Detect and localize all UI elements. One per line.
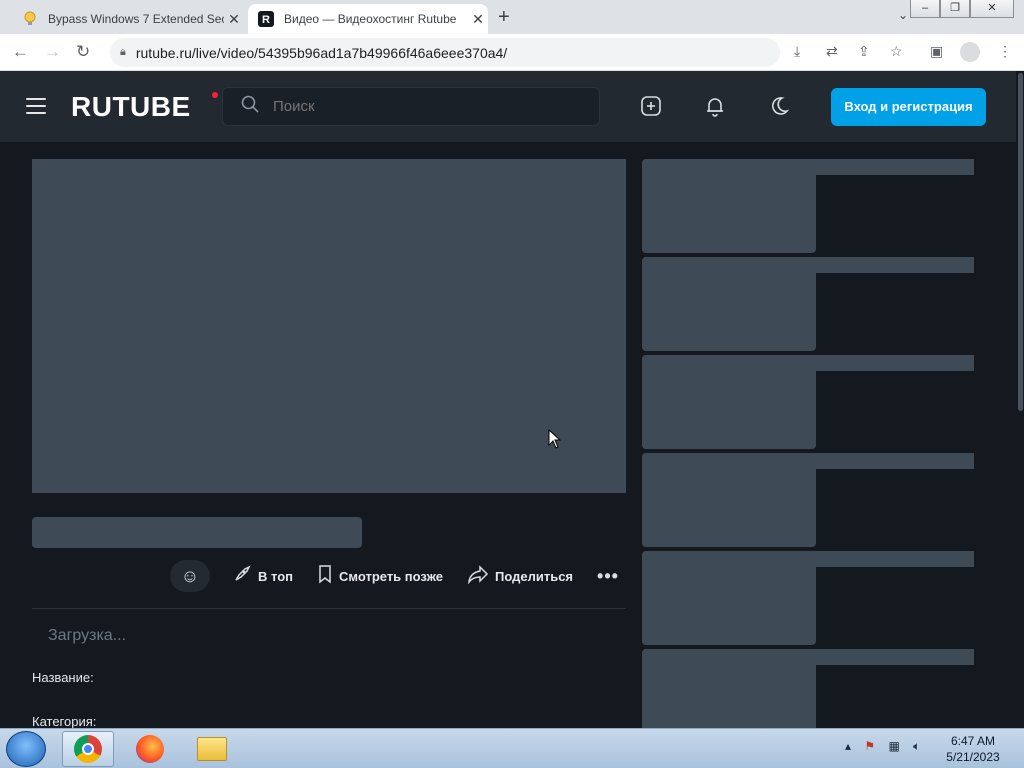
reaction-emoji-icon[interactable]: ☺︎ (170, 560, 210, 592)
recommendation-thumb-placeholder[interactable] (642, 649, 816, 728)
recommendation-title-placeholder (812, 551, 974, 567)
search-box[interactable] (222, 87, 600, 126)
reload-icon[interactable]: ↻ (76, 42, 90, 62)
forward-icon[interactable]: → (44, 42, 61, 62)
recommendation-thumb-placeholder[interactable] (642, 453, 816, 547)
category-label: Категория: (32, 714, 97, 728)
network-icon[interactable]: ▦ (888, 739, 899, 753)
back-icon[interactable]: ← (12, 42, 29, 62)
taskbar-firefox[interactable] (124, 731, 176, 767)
rutube-page: RUTUBE Вход и регистрация ☺︎ В топ (0, 71, 1024, 728)
recommendation-thumb-placeholder[interactable] (642, 355, 816, 449)
restore-icon[interactable]: ❐ (940, 0, 970, 18)
taskbar-chrome[interactable] (62, 731, 114, 767)
search-input[interactable] (273, 98, 573, 115)
svg-text:R: R (262, 14, 270, 26)
tab-rutube[interactable]: R Видео — Видеохостинг Rutube ✕ (248, 4, 488, 34)
minimize-icon[interactable]: – (910, 0, 940, 18)
address-bar[interactable]: 🔒︎ rutube.ru/live/video/54395b96ad1a7b49… (110, 38, 780, 67)
volume-icon[interactable]: 🔈︎ (913, 739, 920, 753)
clock[interactable]: 6:47 AM 5/21/2023 (940, 733, 1006, 765)
moon-theme-icon[interactable] (768, 95, 790, 117)
rutube-r-icon: R (258, 11, 274, 27)
close-window-icon[interactable]: ✕ (970, 0, 1014, 18)
recommendation-thumb-placeholder[interactable] (642, 551, 816, 645)
recommendation-title-placeholder (812, 453, 974, 469)
top-button[interactable]: В топ (232, 564, 293, 589)
bookmark-star-icon[interactable]: ☆ (890, 43, 903, 60)
login-button[interactable]: Вход и регистрация (831, 88, 986, 126)
system-tray: ▴ ⚑ ▦ 🔈︎ (845, 739, 920, 754)
name-label: Название: (32, 670, 94, 685)
bell-icon[interactable] (704, 95, 726, 117)
recommendation-title-placeholder (812, 257, 974, 273)
video-player-placeholder[interactable] (32, 159, 626, 493)
bookmark-icon (317, 564, 333, 589)
firefox-icon (136, 735, 164, 763)
browser-toolbar: ← → ↻ 🔒︎ rutube.ru/live/video/54395b96ad… (0, 34, 1024, 71)
lightbulb-icon (22, 11, 38, 27)
browser-menu-icon[interactable]: ⋮ (998, 43, 1012, 60)
tab-title: Bypass Windows 7 Extended Sec (48, 12, 224, 26)
recommendation-thumb-placeholder[interactable] (642, 159, 816, 253)
scrollbar-thumb[interactable] (1018, 73, 1023, 411)
close-tab-icon[interactable]: ✕ (468, 11, 488, 28)
rutube-logo[interactable]: RUTUBE (71, 91, 191, 123)
upload-plus-icon[interactable] (640, 95, 662, 117)
translate-icon[interactable]: ⇄ (826, 43, 838, 60)
site-header: RUTUBE Вход и регистрация (0, 71, 1016, 142)
rocket-icon (232, 564, 252, 589)
start-button[interactable] (6, 731, 46, 767)
chrome-icon (74, 735, 102, 763)
folder-icon (197, 737, 227, 761)
profile-avatar[interactable] (960, 42, 980, 62)
close-tab-icon[interactable]: ✕ (224, 11, 244, 28)
lock-icon[interactable]: 🔒︎ (120, 46, 126, 59)
page-scrollbar[interactable] (1016, 71, 1024, 728)
divider (32, 608, 626, 609)
share-page-icon[interactable]: ⇪ (858, 43, 870, 60)
windows-taskbar: ▴ ⚑ ▦ 🔈︎ 6:47 AM 5/21/2023 (0, 728, 1024, 768)
watch-later-label: Смотреть позже (339, 568, 443, 584)
loading-text: Загрузка... (48, 627, 127, 644)
download-icon[interactable]: ⤓ (794, 43, 800, 60)
clock-time: 6:47 AM (950, 734, 996, 748)
tray-arrow-icon[interactable]: ▴ (845, 739, 851, 753)
menu-burger-icon[interactable] (26, 98, 46, 114)
watch-later-button[interactable]: Смотреть позже (317, 564, 443, 589)
top-label: В топ (258, 568, 293, 584)
share-button[interactable]: Поделиться (467, 564, 573, 589)
window-controls: – ❐ ✕ (910, 0, 1014, 18)
new-tab-button[interactable]: + (498, 6, 510, 29)
recommendation-title-placeholder (812, 159, 974, 175)
flag-icon[interactable]: ⚑ (864, 739, 875, 753)
taskbar-explorer[interactable] (186, 731, 238, 767)
tab-strip: Bypass Windows 7 Extended Sec ✕ R Видео … (0, 0, 1024, 34)
share-arrow-icon (467, 564, 489, 589)
video-actions: ☺︎ В топ Смотреть позже Поделиться ••• (170, 560, 619, 592)
tab-title: Видео — Видеохостинг Rutube (284, 12, 457, 26)
more-options-icon[interactable]: ••• (597, 566, 619, 587)
search-icon (241, 95, 259, 118)
tab-search-icon[interactable]: ⌄ (898, 8, 908, 22)
recommendation-title-placeholder (812, 649, 974, 665)
logo-dot (212, 92, 218, 98)
tab-bypass[interactable]: Bypass Windows 7 Extended Sec ✕ (12, 4, 244, 34)
url-text[interactable]: rutube.ru/live/video/54395b96ad1a7b49966… (136, 45, 507, 61)
recommendation-thumb-placeholder[interactable] (642, 257, 816, 351)
side-panel-icon[interactable]: ▣ (930, 43, 943, 60)
clock-date: 5/21/2023 (946, 750, 1000, 764)
recommendation-title-placeholder (812, 355, 974, 371)
share-label: Поделиться (494, 568, 574, 584)
video-title-placeholder (32, 517, 362, 548)
